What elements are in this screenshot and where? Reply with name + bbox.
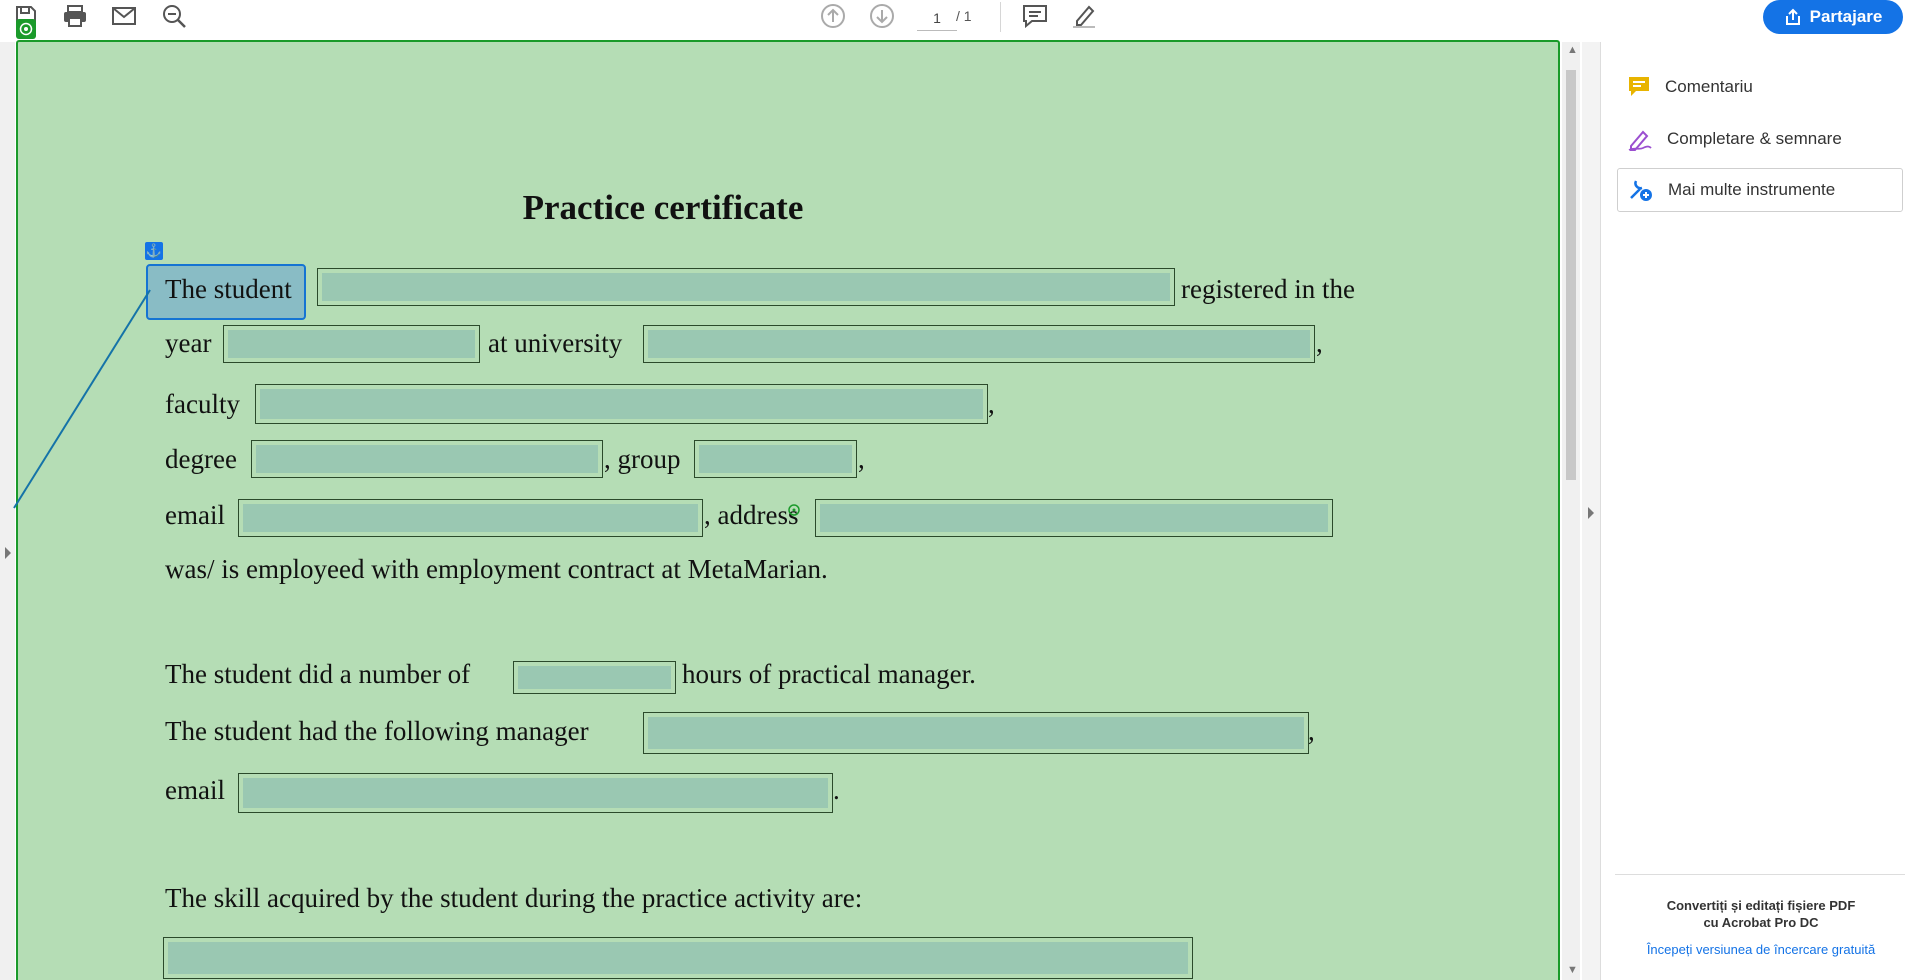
right-panel-toggle-icon[interactable] xyxy=(1588,507,1594,519)
faculty-field[interactable] xyxy=(255,384,988,424)
share-button[interactable]: Partajare xyxy=(1763,0,1903,34)
promo-title: Convertiți și editați fișiere PDF cu Acr… xyxy=(1611,897,1911,931)
share-icon xyxy=(1785,8,1800,25)
panel-item-label: Completare & semnare xyxy=(1667,129,1842,148)
toolbar-divider xyxy=(1000,2,1001,32)
email-field[interactable] xyxy=(238,499,703,537)
hours-field[interactable] xyxy=(513,661,676,694)
promo-title-line-1: Convertiți și editați fișiere PDF xyxy=(1666,898,1856,913)
highlight-icon[interactable] xyxy=(1070,2,1098,30)
line-at-university: at university xyxy=(488,328,623,358)
skills-field[interactable] xyxy=(163,937,1193,979)
toolbar: / 1 Partajare xyxy=(0,0,1920,34)
address-field[interactable] xyxy=(815,499,1333,537)
scroll-up-icon[interactable]: ▲ xyxy=(1567,44,1578,56)
prev-page-icon[interactable] xyxy=(819,2,847,30)
line-hours: The student did a number of xyxy=(165,659,471,689)
line-hours-suffix: hours of practical manager. xyxy=(682,659,976,689)
line-address: , address xyxy=(704,500,799,530)
student-name-field[interactable] xyxy=(317,268,1175,306)
comma-1: , xyxy=(1316,328,1323,358)
comma-3: , xyxy=(858,444,865,474)
next-page-icon[interactable] xyxy=(868,2,896,30)
line-registered: registered in the xyxy=(1181,274,1355,304)
line-manager: The student had the following manager xyxy=(165,716,589,746)
free-trial-link[interactable]: Începeți versiunea de încercare gratuită xyxy=(1611,942,1911,957)
line-year: year xyxy=(165,328,212,358)
page-title: Practice certificate xyxy=(522,188,804,227)
panel-item-fill-sign[interactable]: Completare & semnare xyxy=(1617,117,1903,161)
share-label: Partajare xyxy=(1809,7,1883,26)
year-field[interactable] xyxy=(223,325,480,363)
panel-item-more-tools[interactable]: Mai multe instrumente xyxy=(1617,168,1903,212)
degree-field[interactable] xyxy=(251,440,603,478)
sign-icon xyxy=(1628,130,1652,151)
group-field[interactable] xyxy=(694,440,857,478)
panel-item-comment[interactable]: Comentariu xyxy=(1617,65,1903,109)
vertical-scrollbar[interactable]: ▲ ▼ xyxy=(1562,42,1580,980)
comma-2: , xyxy=(988,389,995,419)
right-panel-strip xyxy=(1582,42,1600,980)
tools-panel: Comentariu Completare & semnare Mai mult… xyxy=(1601,42,1920,980)
period: . xyxy=(833,775,840,805)
anchor-connector-line xyxy=(13,289,151,509)
comment-icon xyxy=(1629,77,1649,96)
scrollbar-thumb[interactable] xyxy=(1566,70,1576,480)
crosshair-icon xyxy=(788,504,800,516)
panel-separator xyxy=(1615,874,1905,875)
line-group: , group xyxy=(604,444,681,474)
page-number-input[interactable] xyxy=(917,6,957,31)
line-email: email xyxy=(165,500,225,530)
document-page: Practice certificate ⚓ The student regis… xyxy=(16,40,1560,980)
panel-item-label: Comentariu xyxy=(1665,77,1753,96)
line-employed: was/ is employeed with employment contra… xyxy=(165,554,828,584)
line-student: The student xyxy=(165,274,292,304)
university-field[interactable] xyxy=(643,325,1315,363)
panel-item-label: Mai multe instrumente xyxy=(1668,180,1836,199)
line-email-2: email xyxy=(165,775,225,805)
left-panel-toggle-icon[interactable] xyxy=(5,547,11,559)
promo-title-line-2: cu Acrobat Pro DC xyxy=(1703,915,1819,930)
tools-icon xyxy=(1630,180,1652,201)
zoom-icon[interactable] xyxy=(160,2,188,30)
line-degree: degree xyxy=(165,444,237,474)
line-skills: The skill acquired by the student during… xyxy=(165,883,863,913)
line-faculty: faculty xyxy=(165,389,240,419)
manager-field[interactable] xyxy=(643,712,1309,754)
comment-icon[interactable] xyxy=(1021,2,1049,30)
scroll-down-icon[interactable]: ▼ xyxy=(1567,964,1578,976)
comma-4: , xyxy=(1308,716,1315,746)
page-total: / 1 xyxy=(956,8,972,24)
manager-email-field[interactable] xyxy=(238,773,833,813)
